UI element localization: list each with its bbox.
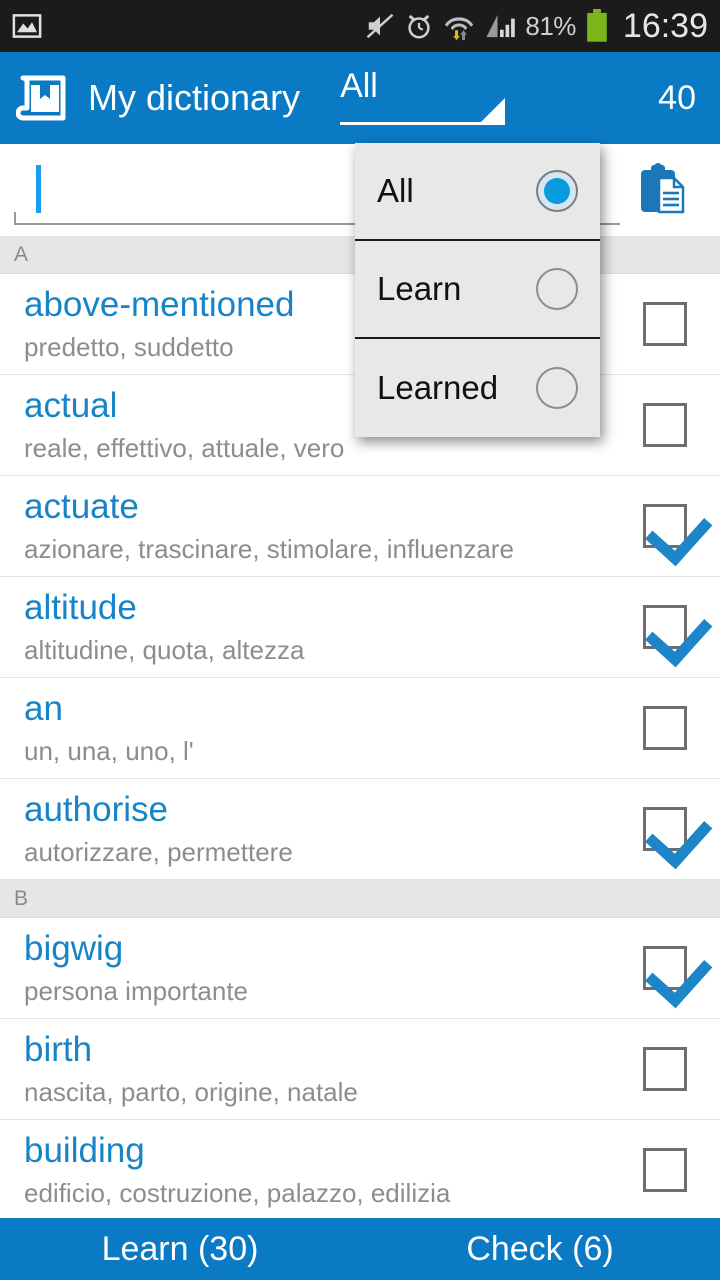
filter-spinner-label: All	[340, 67, 378, 105]
entry-texts: an un, una, uno, l'	[24, 689, 610, 768]
spinner-underline	[340, 122, 506, 125]
radio-button-icon[interactable]	[536, 268, 578, 310]
entry-checkbox[interactable]	[643, 807, 687, 851]
table-row[interactable]: birth nascita, parto, origine, natale	[0, 1019, 720, 1120]
app-root: 81% 16:39 My dictionary All 40 A above-m…	[0, 0, 720, 1280]
entry-checkbox[interactable]	[643, 1148, 687, 1192]
radio-button-icon[interactable]	[536, 170, 578, 212]
entry-texts: bigwig persona importante	[24, 929, 610, 1008]
learn-button[interactable]: Learn (30)	[0, 1230, 360, 1269]
entry-translation: azionare, trascinare, stimolare, influen…	[24, 533, 514, 564]
wifi-transfer-icon	[443, 11, 475, 41]
image-icon	[12, 11, 42, 41]
section-letter: A	[14, 242, 29, 266]
status-bar: 81% 16:39	[0, 0, 720, 52]
dropdown-item-learn[interactable]: Learn	[355, 241, 600, 339]
entry-checkbox[interactable]	[643, 605, 687, 649]
entry-checkbox[interactable]	[643, 946, 687, 990]
text-cursor	[36, 165, 41, 213]
chevron-down-icon	[481, 98, 506, 122]
status-bar-left	[12, 11, 42, 41]
entry-checkbox-cell[interactable]	[610, 1148, 720, 1192]
entry-checkbox-cell[interactable]	[610, 1047, 720, 1091]
entry-translation: edificio, costruzione, palazzo, edilizia	[24, 1177, 451, 1208]
bottom-action-bar: Learn (30) Check (6)	[0, 1218, 720, 1280]
section-letter: B	[14, 886, 29, 910]
entry-translation: autorizzare, permettere	[24, 836, 293, 867]
entry-checkbox[interactable]	[643, 1047, 687, 1091]
entry-word: bigwig	[24, 928, 124, 968]
word-count-badge: 40	[658, 78, 696, 117]
entry-word: an	[24, 688, 63, 728]
dropdown-item-label: Learned	[377, 369, 499, 406]
mute-icon	[365, 11, 395, 41]
entry-word: altitude	[24, 587, 137, 627]
action-bar: My dictionary All 40	[0, 52, 720, 144]
entry-checkbox-cell[interactable]	[610, 403, 720, 447]
table-row[interactable]: bigwig persona importante	[0, 918, 720, 1019]
dropdown-item-learned[interactable]: Learned	[355, 339, 600, 437]
section-header-b: B	[0, 880, 720, 918]
alarm-icon	[404, 11, 434, 41]
entry-checkbox-cell[interactable]	[610, 807, 720, 851]
signal-icon	[484, 11, 516, 41]
table-row[interactable]: actuate azionare, trascinare, stimolare,…	[0, 476, 720, 577]
entry-checkbox[interactable]	[643, 706, 687, 750]
table-row[interactable]: an un, una, uno, l'	[0, 678, 720, 779]
status-bar-right: 81% 16:39	[365, 7, 708, 46]
book-bookmark-icon	[15, 71, 70, 125]
entry-texts: altitude altitudine, quota, altezza	[24, 588, 610, 667]
table-row[interactable]: altitude altitudine, quota, altezza	[0, 577, 720, 678]
dropdown-item-label: Learn	[377, 270, 462, 307]
radio-button-icon[interactable]	[536, 367, 578, 409]
entry-checkbox-cell[interactable]	[610, 302, 720, 346]
entry-word: actuate	[24, 486, 139, 526]
entry-texts: birth nascita, parto, origine, natale	[24, 1030, 610, 1109]
entry-translation: un, una, uno, l'	[24, 735, 194, 766]
dropdown-item-all[interactable]: All	[355, 143, 600, 241]
entry-translation: persona importante	[24, 975, 249, 1006]
page-title: My dictionary	[88, 77, 301, 118]
battery-icon	[585, 9, 609, 43]
entry-checkbox[interactable]	[643, 504, 687, 548]
entry-checkbox[interactable]	[643, 302, 687, 346]
entry-word: authorise	[24, 789, 168, 829]
dropdown-item-label: All	[377, 172, 414, 209]
table-row[interactable]: building edificio, costruzione, palazzo,…	[0, 1120, 720, 1218]
table-row[interactable]: authorise autorizzare, permettere	[0, 779, 720, 880]
entry-translation: altitudine, quota, altezza	[24, 634, 305, 665]
entry-checkbox-cell[interactable]	[610, 706, 720, 750]
entry-texts: actuate azionare, trascinare, stimolare,…	[24, 487, 610, 566]
entry-checkbox-cell[interactable]	[610, 504, 720, 548]
clipboard-paste-icon[interactable]	[620, 151, 706, 229]
check-button[interactable]: Check (6)	[360, 1230, 720, 1269]
entry-translation: nascita, parto, origine, natale	[24, 1076, 358, 1107]
entry-word: building	[24, 1130, 145, 1170]
filter-dropdown-menu[interactable]: All Learn Learned	[355, 143, 600, 437]
battery-percent-label: 81%	[525, 10, 576, 41]
entry-texts: authorise autorizzare, permettere	[24, 790, 610, 869]
filter-spinner[interactable]: All	[340, 63, 506, 133]
entry-checkbox-cell[interactable]	[610, 946, 720, 990]
status-bar-clock: 16:39	[622, 6, 708, 45]
entry-checkbox-cell[interactable]	[610, 605, 720, 649]
entry-texts: building edificio, costruzione, palazzo,…	[24, 1131, 610, 1210]
entry-checkbox[interactable]	[643, 403, 687, 447]
entry-word: birth	[24, 1029, 93, 1069]
